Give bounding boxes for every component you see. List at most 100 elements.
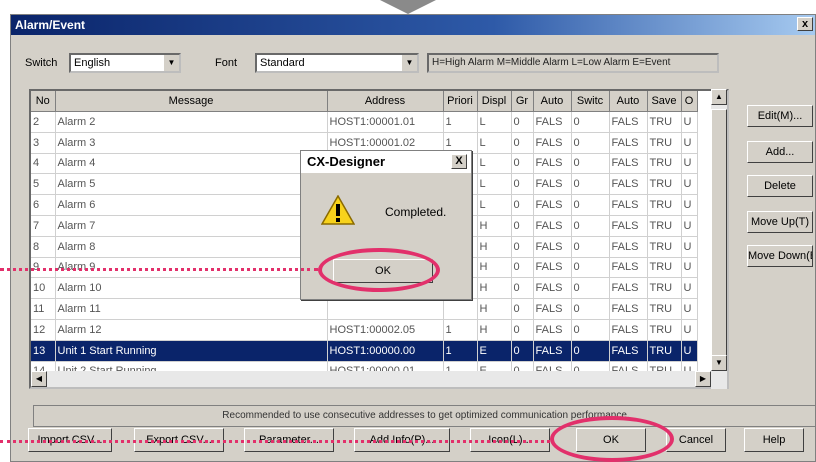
cell-auto-2[interactable]: FALS	[609, 132, 648, 154]
cell-other[interactable]: U	[681, 173, 698, 196]
cell-switch[interactable]: 0	[571, 340, 610, 362]
cell-auto[interactable]: FALS	[533, 257, 572, 279]
cell-auto-2[interactable]: FALS	[609, 215, 648, 237]
cell-auto[interactable]: FALS	[533, 153, 572, 175]
cell-other[interactable]: U	[681, 298, 698, 320]
cell-other[interactable]: U	[681, 236, 698, 258]
cell-auto[interactable]: FALS	[533, 194, 572, 216]
cell-auto-2[interactable]: FALS	[609, 257, 648, 279]
col-header-display[interactable]: Displ	[477, 91, 512, 112]
cell-auto[interactable]: FALS	[533, 132, 572, 154]
cell-other[interactable]: U	[681, 340, 698, 362]
cell-no[interactable]: 5	[31, 173, 56, 196]
help-button[interactable]: Help	[744, 428, 804, 452]
cell-no[interactable]: 10	[31, 277, 56, 300]
delete-button[interactable]: Delete	[747, 175, 813, 197]
cell-message[interactable]: Alarm 6	[55, 194, 328, 216]
cell-display[interactable]: L	[477, 132, 512, 154]
cell-other[interactable]: U	[681, 215, 698, 237]
cell-display[interactable]: L	[477, 173, 512, 196]
scroll-up-icon[interactable]: ▲	[711, 89, 727, 105]
cell-switch[interactable]: 0	[571, 153, 610, 175]
cell-save[interactable]: TRU	[647, 298, 682, 320]
col-header-group[interactable]: Gr	[511, 91, 534, 112]
col-header-save[interactable]: Save	[647, 91, 682, 112]
cell-message[interactable]: Alarm 5	[55, 173, 328, 196]
cell-auto[interactable]: FALS	[533, 111, 572, 133]
cell-auto-2[interactable]: FALS	[609, 236, 648, 258]
cell-group[interactable]: 0	[511, 215, 534, 237]
cell-no[interactable]: 4	[31, 153, 56, 175]
cell-address[interactable]: HOST1:00000.00	[327, 340, 444, 362]
cell-no[interactable]: 2	[31, 111, 56, 133]
font-select[interactable]: Standard ▼	[255, 53, 419, 73]
cell-no[interactable]: 6	[31, 194, 56, 216]
scroll-left-icon[interactable]: ◀	[31, 371, 47, 387]
cell-switch[interactable]: 0	[571, 194, 610, 216]
cell-no[interactable]: 7	[31, 215, 56, 237]
scroll-right-icon[interactable]: ▶	[695, 371, 711, 387]
cell-display[interactable]: H	[477, 257, 512, 279]
table-row[interactable]: 11 Alarm 11 H 0 FALS 0 FALS TRU U	[31, 298, 698, 320]
cell-auto[interactable]: FALS	[533, 319, 572, 341]
cell-priority[interactable]	[443, 298, 478, 320]
cell-display[interactable]: H	[477, 236, 512, 258]
chevron-down-icon[interactable]: ▼	[163, 55, 179, 71]
cell-save[interactable]: TRU	[647, 236, 682, 258]
table-horizontal-scrollbar[interactable]: ◀ ▶	[31, 371, 711, 387]
scroll-down-icon[interactable]: ▼	[711, 355, 727, 371]
cell-display[interactable]: H	[477, 215, 512, 237]
cell-save[interactable]: TRU	[647, 153, 682, 175]
col-header-auto[interactable]: Auto	[533, 91, 572, 112]
cell-group[interactable]: 0	[511, 257, 534, 279]
cell-group[interactable]: 0	[511, 340, 534, 362]
cell-message[interactable]: Alarm 8	[55, 236, 328, 258]
cell-group[interactable]: 0	[511, 298, 534, 320]
cell-priority[interactable]: 1	[443, 319, 478, 341]
cell-message[interactable]: Unit 1 Start Running	[55, 340, 328, 362]
edit-button[interactable]: Edit(M)...	[747, 105, 813, 127]
cell-priority[interactable]: 1	[443, 111, 478, 133]
cell-message[interactable]: Alarm 12	[55, 319, 328, 341]
cell-auto-2[interactable]: FALS	[609, 298, 648, 320]
cell-auto[interactable]: FALS	[533, 340, 572, 362]
cell-other[interactable]: U	[681, 257, 698, 279]
cell-save[interactable]: TRU	[647, 340, 682, 362]
cell-save[interactable]: TRU	[647, 277, 682, 300]
cell-auto[interactable]: FALS	[533, 236, 572, 258]
cell-switch[interactable]: 0	[571, 173, 610, 196]
cell-priority[interactable]: 1	[443, 340, 478, 362]
cell-group[interactable]: 0	[511, 153, 534, 175]
cell-group[interactable]: 0	[511, 132, 534, 154]
cell-auto-2[interactable]: FALS	[609, 340, 648, 362]
cell-other[interactable]: U	[681, 319, 698, 341]
cell-auto[interactable]: FALS	[533, 298, 572, 320]
col-header-auto-2[interactable]: Auto	[609, 91, 648, 112]
cell-display[interactable]: H	[477, 298, 512, 320]
cell-message[interactable]: Alarm 4	[55, 153, 328, 175]
cell-address[interactable]	[327, 298, 444, 320]
col-header-switch[interactable]: Switc	[571, 91, 610, 112]
cell-no[interactable]: 12	[31, 319, 56, 341]
cell-switch[interactable]: 0	[571, 277, 610, 300]
cell-message[interactable]: Alarm 3	[55, 132, 328, 154]
cell-switch[interactable]: 0	[571, 319, 610, 341]
cell-group[interactable]: 0	[511, 111, 534, 133]
cell-address[interactable]: HOST1:00002.05	[327, 319, 444, 341]
window-close-button[interactable]: x	[797, 17, 813, 31]
table-vertical-scrollbar[interactable]: ▲ ▼	[711, 89, 727, 389]
cell-other[interactable]: U	[681, 194, 698, 216]
cell-other[interactable]: U	[681, 111, 698, 133]
cell-display[interactable]: H	[477, 319, 512, 341]
col-header-message[interactable]: Message	[55, 91, 328, 112]
cell-message[interactable]: Alarm 2	[55, 111, 328, 133]
cell-group[interactable]: 0	[511, 277, 534, 300]
cell-auto-2[interactable]: FALS	[609, 277, 648, 300]
col-header-address[interactable]: Address	[327, 91, 444, 112]
table-row[interactable]: 13 Unit 1 Start Running HOST1:00000.00 1 E 0 F…	[31, 340, 698, 362]
move-up-button[interactable]: Move Up(T)	[747, 211, 813, 233]
cell-switch[interactable]: 0	[571, 215, 610, 237]
cell-other[interactable]: U	[681, 132, 698, 154]
cell-save[interactable]: TRU	[647, 319, 682, 341]
cell-save[interactable]: TRU	[647, 257, 682, 279]
